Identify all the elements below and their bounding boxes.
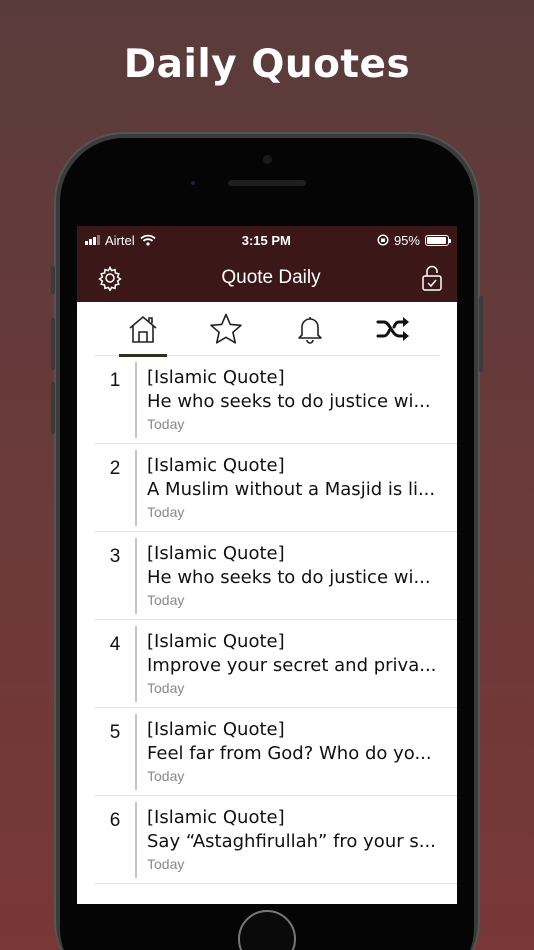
proximity-sensor	[191, 181, 195, 185]
quote-time: Today	[147, 592, 185, 608]
row-divider	[135, 362, 137, 438]
tab-bar	[95, 302, 439, 357]
quote-row[interactable]: 6 [Islamic Quote] Say “Astaghfirullah” fro…	[95, 796, 457, 884]
home-icon	[129, 315, 157, 343]
headline: Daily Quotes	[123, 42, 411, 87]
quote-number: 1	[109, 370, 121, 391]
quote-time: Today	[147, 416, 185, 432]
volume-down-button	[51, 382, 55, 434]
earpiece-speaker	[228, 180, 306, 186]
power-button	[479, 296, 483, 372]
quote-body: [Islamic Quote] Feel far from God? Who do…	[147, 714, 457, 785]
row-divider	[135, 450, 137, 526]
quote-text: A Muslim without a Masjid is li...	[147, 479, 436, 500]
quote-text: He who seeks to do justice wi...	[147, 391, 431, 412]
quote-text: Say “Astaghfirullah” fro your s...	[147, 831, 436, 852]
quote-text: He who seeks to do justice wi...	[147, 567, 431, 588]
shuffle-icon	[376, 316, 409, 341]
row-divider	[135, 538, 137, 614]
quote-row[interactable]: 2 [Islamic Quote] A Muslim without a Masji…	[95, 444, 457, 532]
quote-row[interactable]: 3 [Islamic Quote] He who seeks to do justi…	[95, 532, 457, 620]
quote-number: 6	[109, 810, 121, 831]
page-title: Quote Daily	[221, 267, 321, 288]
quote-time: Today	[147, 504, 185, 520]
row-divider	[135, 626, 137, 702]
quote-body: [Islamic Quote] A Muslim without a Masjid…	[147, 450, 457, 521]
quote-text: Improve your secret and priva...	[147, 655, 437, 676]
tab-favorites[interactable]	[202, 302, 250, 356]
front-camera	[263, 155, 272, 164]
mute-switch	[51, 266, 55, 294]
quote-time: Today	[147, 768, 185, 784]
status-right: 95%	[377, 232, 451, 248]
orientation-lock-icon	[377, 234, 389, 246]
row-divider	[135, 802, 137, 878]
gear-icon[interactable]	[97, 265, 123, 291]
quote-text: Feel far from God? Who do yo...	[147, 743, 432, 764]
wifi-icon	[139, 234, 156, 246]
quote-number: 4	[109, 634, 121, 655]
unlock-icon[interactable]	[419, 265, 445, 291]
bell-icon	[297, 316, 322, 344]
quote-category: [Islamic Quote]	[147, 719, 285, 740]
status-bar: Airtel 3:15 PM 95%	[77, 226, 457, 254]
quote-category: [Islamic Quote]	[147, 631, 285, 652]
battery-icon	[424, 234, 451, 246]
volume-up-button	[51, 318, 55, 370]
quote-category: [Islamic Quote]	[147, 807, 285, 828]
carrier-name: Airtel	[105, 232, 135, 248]
tab-notifications[interactable]	[286, 302, 334, 356]
quote-number: 3	[109, 546, 121, 567]
quote-time: Today	[147, 680, 185, 696]
quote-category: [Islamic Quote]	[147, 367, 285, 388]
quote-time: Today	[147, 856, 185, 872]
quote-body: [Islamic Quote] He who seeks to do justic…	[147, 362, 457, 433]
row-divider	[135, 714, 137, 790]
quote-body: [Islamic Quote] He who seeks to do justic…	[147, 538, 457, 609]
tab-home[interactable]	[119, 302, 167, 357]
quote-category: [Islamic Quote]	[147, 543, 285, 564]
nav-bar: Quote Daily	[77, 254, 457, 302]
quote-category: [Islamic Quote]	[147, 455, 285, 476]
quote-number: 2	[109, 458, 121, 479]
quote-row[interactable]: 5 [Islamic Quote] Feel far from God? Who d…	[95, 708, 457, 796]
battery-percent: 95%	[393, 232, 420, 248]
signal-icon	[85, 235, 100, 245]
battery-fill	[426, 236, 446, 244]
status-time: 3:15 PM	[241, 232, 291, 248]
star-icon	[210, 313, 243, 344]
quote-row[interactable]: 4 [Islamic Quote] Improve your secret and …	[95, 620, 457, 708]
quote-body: [Islamic Quote] Say “Astaghfirullah” fro …	[147, 802, 457, 873]
quote-body: [Islamic Quote] Improve your secret and p…	[147, 626, 457, 697]
app-screen: Airtel 3:15 PM 95% Quote Daily 1 [Islami…	[77, 226, 457, 904]
status-left: Airtel	[85, 233, 156, 248]
quote-row[interactable]: 1 [Islamic Quote] He who seeks to do justi…	[95, 356, 457, 444]
quote-number: 5	[109, 722, 121, 743]
tab-shuffle[interactable]	[369, 302, 417, 356]
quote-list: 1 [Islamic Quote] He who seeks to do justi…	[95, 356, 457, 884]
